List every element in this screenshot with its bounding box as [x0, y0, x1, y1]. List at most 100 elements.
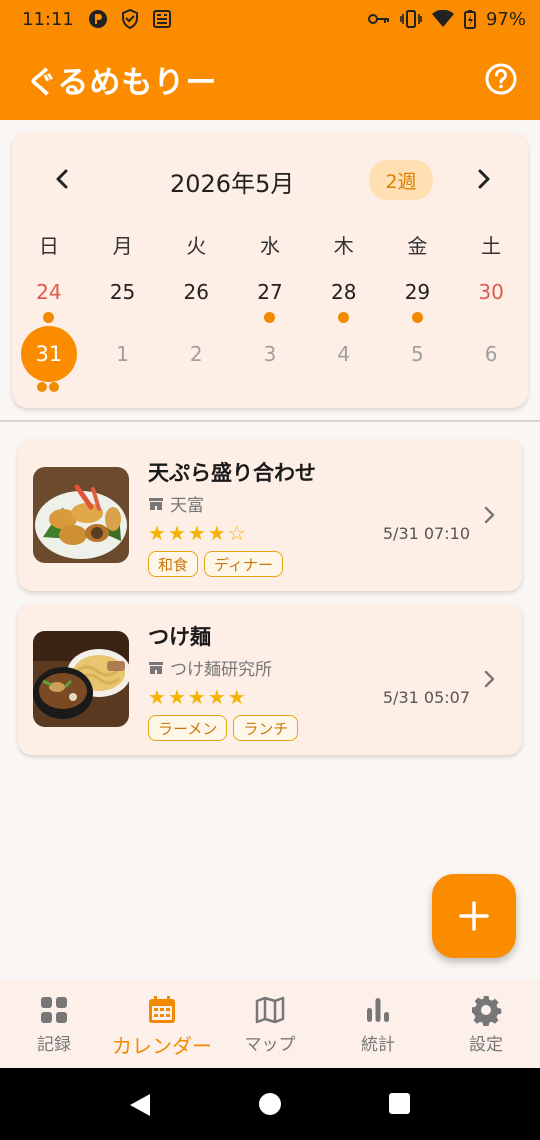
calendar-week-1: 24 25 26 27 28 29 30	[12, 278, 528, 326]
star-filled-icon: ★	[187, 521, 206, 545]
store-icon	[149, 497, 163, 510]
nav-item-calendar[interactable]: カレンダー	[108, 980, 216, 1068]
tag-list: 和食 ディナー	[148, 551, 283, 577]
podcast-icon	[88, 10, 107, 28]
shop-row: 天富	[148, 491, 204, 516]
battery-charging-icon	[463, 10, 476, 29]
calendar-day[interactable]: 28	[307, 278, 381, 326]
calendar-icon	[149, 996, 175, 1023]
map-icon	[255, 996, 285, 1024]
tag-chip: ディナー	[204, 551, 283, 577]
app-bar: ぐるめもりー	[0, 38, 540, 120]
record-card[interactable]: つけ麺 つけ麺研究所 ★ ★ ★ ★ ★ 5/31 05:07 ラーメン ランチ	[18, 603, 522, 755]
gear-icon	[472, 996, 502, 1026]
calendar-day[interactable]: 6	[454, 340, 528, 388]
nav-label: 統計	[361, 1035, 395, 1055]
calendar-day[interactable]: 30	[454, 278, 528, 326]
calendar-day[interactable]: 4	[307, 340, 381, 388]
app-title: ぐるめもりー	[26, 64, 218, 101]
weekday-label: 土	[481, 234, 502, 258]
rating-stars: ★ ★ ★ ★ ☆	[148, 523, 246, 543]
nav-label: カレンダー	[112, 1034, 212, 1058]
battery-percent: 97%	[485, 8, 526, 30]
weekday-label: 木	[333, 234, 354, 258]
calendar-day[interactable]: 2	[159, 340, 233, 388]
record-datetime: 5/31 07:10	[382, 524, 470, 543]
add-record-button[interactable]	[432, 874, 516, 958]
star-filled-icon: ★	[207, 685, 226, 709]
recents-icon[interactable]	[389, 1093, 410, 1114]
tsukemen-photo	[33, 631, 129, 727]
weekday-label: 水	[259, 234, 280, 258]
chevron-left-icon[interactable]	[48, 164, 78, 194]
plus-icon	[459, 901, 489, 931]
month-label: 2026年5月	[170, 170, 295, 198]
tag-list: ラーメン ランチ	[148, 715, 299, 741]
weekday-label: 日	[38, 234, 59, 258]
calendar-day[interactable]: 29	[381, 278, 455, 326]
bottom-navigation: 記録 カレンダー マップ 統計 設定	[0, 980, 540, 1068]
shop-name: 天富	[170, 496, 204, 516]
star-filled-icon: ★	[167, 521, 186, 545]
calendar-day[interactable]: 25	[86, 278, 160, 326]
star-outline-icon: ☆	[227, 521, 246, 545]
divider	[0, 420, 540, 422]
system-navigation-bar	[0, 1068, 540, 1140]
record-dot	[43, 312, 55, 323]
status-bar: 11:11 97%	[0, 0, 540, 38]
calendar-day-selected[interactable]: 31	[12, 326, 86, 392]
calendar-day[interactable]: 24	[12, 278, 86, 326]
star-filled-icon: ★	[207, 521, 226, 545]
record-title: つけ麺	[148, 625, 211, 649]
bar-chart-icon	[367, 998, 389, 1022]
nav-item-records[interactable]: 記録	[0, 980, 108, 1068]
range-toggle-button[interactable]: 2週	[369, 160, 433, 200]
key-icon	[367, 14, 389, 24]
help-circle-icon[interactable]	[484, 62, 518, 96]
nav-label: 設定	[469, 1035, 503, 1055]
vibrate-icon	[400, 10, 422, 28]
tag-chip: ラーメン	[148, 715, 228, 741]
calendar-day[interactable]: 26	[159, 278, 233, 326]
calendar-day[interactable]: 27	[233, 278, 307, 326]
shield-check-icon	[121, 9, 138, 29]
weekday-header: 日 月 火 水 木 金 土	[12, 230, 528, 259]
nav-item-settings[interactable]: 設定	[432, 980, 540, 1068]
calendar-day[interactable]: 1	[86, 340, 160, 388]
status-time: 11:11	[22, 8, 74, 30]
record-dot	[411, 312, 423, 323]
chevron-right-icon	[484, 506, 495, 524]
calendar-card: 2026年5月 2週 日 月 火 水 木 金 土 24 25 26 27 28 …	[12, 132, 528, 408]
calendar-header: 2026年5月 2週	[12, 160, 528, 200]
star-filled-icon: ★	[167, 685, 186, 709]
back-icon[interactable]	[128, 1092, 152, 1118]
tag-chip: ランチ	[233, 715, 299, 741]
star-filled-icon: ★	[148, 685, 166, 709]
record-title: 天ぷら盛り合わせ	[148, 461, 316, 485]
calendar-day[interactable]: 5	[381, 340, 455, 388]
record-datetime: 5/31 05:07	[382, 688, 470, 707]
wifi-icon	[431, 10, 454, 27]
record-dot	[338, 312, 350, 323]
shop-row: つけ麺研究所	[148, 655, 272, 680]
nav-item-map[interactable]: マップ	[216, 980, 324, 1068]
chevron-right-icon	[484, 670, 495, 688]
calendar-day[interactable]: 3	[233, 340, 307, 388]
grid-icon	[41, 997, 67, 1023]
weekday-label: 月	[112, 234, 133, 258]
nav-item-stats[interactable]: 統計	[324, 980, 432, 1068]
news-icon	[152, 10, 171, 28]
star-filled-icon: ★	[187, 685, 206, 709]
record-card[interactable]: 天ぷら盛り合わせ 天富 ★ ★ ★ ★ ☆ 5/31 07:10 和食 ディナー	[18, 439, 522, 591]
star-filled-icon: ★	[148, 521, 166, 545]
record-dot	[264, 312, 276, 323]
home-icon[interactable]	[259, 1093, 281, 1115]
chevron-right-icon[interactable]	[468, 164, 498, 194]
rating-stars: ★ ★ ★ ★ ★	[148, 687, 246, 707]
tempura-photo	[33, 467, 129, 563]
shop-name: つけ麺研究所	[170, 660, 272, 680]
weekday-label: 金	[407, 234, 428, 258]
nav-label: 記録	[37, 1035, 71, 1055]
nav-label: マップ	[244, 1035, 296, 1055]
selected-day-circle: 31	[20, 326, 77, 382]
